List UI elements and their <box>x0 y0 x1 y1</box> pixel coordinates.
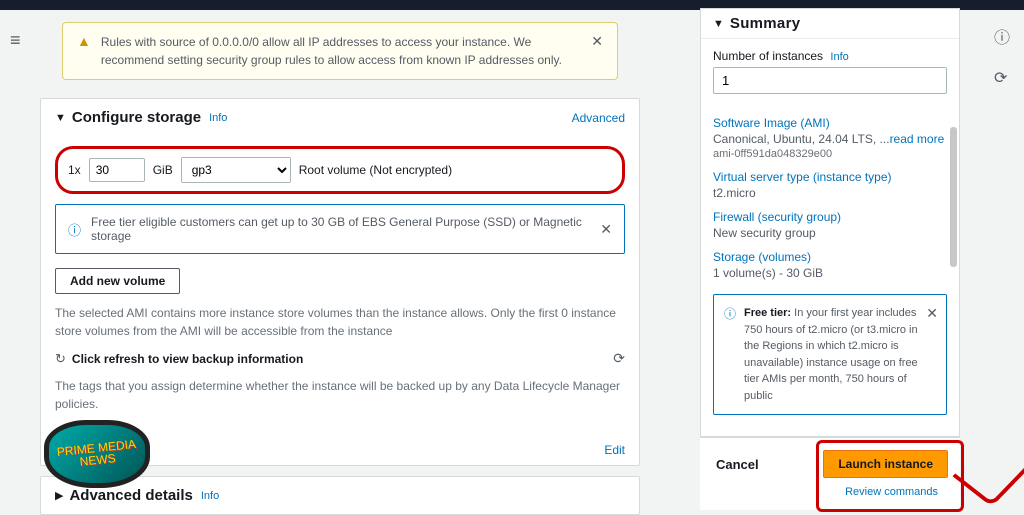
cancel-button[interactable]: Cancel <box>716 457 759 472</box>
instance-type-value: t2.micro <box>713 186 947 200</box>
caret-down-icon[interactable]: ▼ <box>713 18 724 30</box>
ami-value: Canonical, Ubuntu, 24.04 LTS, ...read mo… <box>713 132 947 146</box>
num-instances-label: Number of instances Info <box>713 49 947 63</box>
clock-icon: ↻ <box>55 351 66 367</box>
configure-storage-card: ▼ Configure storage Info Advanced 1x GiB… <box>40 98 640 466</box>
ami-link[interactable]: Software Image (AMI) <box>713 116 947 130</box>
unit-label: GiB <box>153 163 173 177</box>
instance-type-link[interactable]: Virtual server type (instance type) <box>713 170 947 184</box>
free-tier-text: Free tier eligible customers can get up … <box>91 215 590 243</box>
add-volume-button[interactable]: Add new volume <box>55 268 180 294</box>
info-link[interactable]: Info <box>209 112 227 124</box>
free-tier-box: ⓘ ✕ Free tier: In your first year includ… <box>713 294 947 415</box>
advanced-link[interactable]: Advanced <box>572 111 625 125</box>
annotation-checkmark <box>952 433 1024 507</box>
warning-text: Rules with source of 0.0.0.0/0 allow all… <box>101 33 581 69</box>
free-tier-info: ⓘ Free tier eligible customers can get u… <box>55 204 625 254</box>
refresh-note: The tags that you assign determine wheth… <box>55 377 625 413</box>
close-icon[interactable]: ✕ <box>591 33 603 69</box>
close-icon[interactable]: ✕ <box>600 221 612 238</box>
close-icon[interactable]: ✕ <box>926 303 938 324</box>
firewall-link[interactable]: Firewall (security group) <box>713 210 947 224</box>
info-icon: ⓘ <box>724 305 736 323</box>
section-title: Advanced details <box>69 487 192 504</box>
refresh-button[interactable]: ⟳ <box>613 350 625 367</box>
info-link[interactable]: Info <box>830 51 848 63</box>
hamburger-icon[interactable]: ≡ <box>10 30 21 51</box>
ami-note: The selected AMI contains more instance … <box>55 304 625 340</box>
launch-instance-button[interactable]: Launch instance <box>823 450 948 478</box>
firewall-value: New security group <box>713 226 947 240</box>
history-icon[interactable]: ⟳ <box>994 68 1010 88</box>
summary-panel: ▼ Summary Number of instances Info Softw… <box>700 8 960 440</box>
storage-link[interactable]: Storage (volumes) <box>713 250 947 264</box>
root-volume-label: Root volume (Not encrypted) <box>299 163 452 177</box>
size-input[interactable] <box>89 158 145 182</box>
section-title: Configure storage <box>72 109 201 126</box>
storage-row: 1x GiB gp3 Root volume (Not encrypted) <box>55 146 625 194</box>
info-icon: ⓘ <box>68 220 81 239</box>
ami-id: ami-0ff591da048329e00 <box>713 148 947 160</box>
caret-down-icon[interactable]: ▼ <box>55 112 66 124</box>
caret-right-icon[interactable]: ▶ <box>55 489 63 502</box>
num-instances-input[interactable] <box>713 67 947 94</box>
summary-title: Summary <box>730 15 800 32</box>
volume-type-select[interactable]: gp3 <box>181 157 291 183</box>
volume-count: 1x <box>68 163 81 177</box>
info-link[interactable]: Info <box>201 490 219 502</box>
security-warning: ▲ Rules with source of 0.0.0.0/0 allow a… <box>62 22 618 80</box>
footer-actions: Cancel Launch instance Review commands <box>700 436 960 510</box>
warning-icon: ▲ <box>77 33 91 69</box>
info-panel-icon[interactable]: ⓘ <box>994 24 1010 48</box>
watermark-logo: PRIME MEDIA NEWS <box>44 420 150 488</box>
storage-value: 1 volume(s) - 30 GiB <box>713 266 947 280</box>
review-commands-link[interactable]: Review commands <box>845 486 938 498</box>
refresh-label: Click refresh to view backup information <box>72 352 303 366</box>
